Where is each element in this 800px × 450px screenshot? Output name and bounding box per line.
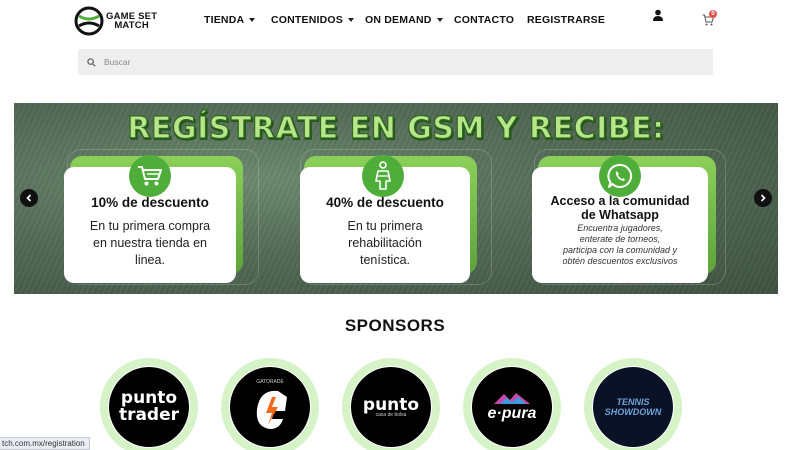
status-bar-url: tch.com.mx/registration: [0, 437, 90, 450]
chevron-left-icon: [26, 194, 32, 202]
chevron-down-icon: [249, 18, 256, 22]
sponsor-logo-gatorade[interactable]: GATORADE: [221, 358, 319, 450]
whatsapp-icon: [607, 163, 632, 188]
nav-item-on-demand[interactable]: ON DEMAND: [365, 14, 454, 26]
sponsor-logo-inner: TENNIS SHOWDOWN: [593, 367, 673, 447]
card-icon-badge: [599, 155, 641, 197]
card-body-line: tenística.: [359, 253, 411, 267]
card-body: En tu primera rehabilitación tenística.: [300, 218, 470, 269]
cart-icon: [138, 166, 162, 186]
epura-mountains-logo: [494, 393, 530, 404]
slider-next-button[interactable]: [754, 189, 772, 207]
sponsor-logo-inner: punto casa de bolsa: [351, 367, 431, 447]
site-header: GAME SET MATCH TIENDA CONTENIDOS ON DEMA…: [0, 0, 800, 42]
sponsor-logo-epura[interactable]: e·pura: [463, 358, 561, 450]
user-icon[interactable]: [652, 9, 664, 21]
nav-label: REGISTRARSE: [527, 14, 606, 26]
card-icon-badge: [129, 155, 171, 197]
chevron-down-icon: [348, 18, 355, 22]
sponsor-logo-small-text: casa de bolsa: [375, 411, 407, 418]
cart-count-badge: 0: [709, 10, 717, 18]
slider-prev-button[interactable]: [20, 189, 38, 207]
rehab-icon: [375, 161, 391, 190]
sponsor-logo-punto-casa-de-bolsa[interactable]: punto casa de bolsa: [342, 358, 440, 450]
search-input[interactable]: [104, 57, 664, 67]
chevron-down-icon: [436, 18, 443, 22]
chevron-right-icon: [760, 194, 766, 202]
card-title-line: de Whatsapp: [581, 208, 659, 222]
sponsor-logo-text: SHOWDOWN: [604, 407, 662, 417]
card-body-line: obtén descuentos exclusivos: [562, 256, 678, 266]
site-logo[interactable]: GAME SET MATCH: [74, 6, 157, 36]
logo-text: GAME SET MATCH: [106, 12, 157, 31]
nav-item-contacto[interactable]: CONTACTO: [454, 14, 527, 26]
main-nav: TIENDA CONTENIDOS ON DEMAND CONTACTO REG…: [204, 14, 605, 26]
nav-item-tienda[interactable]: TIENDA: [204, 14, 271, 26]
sponsor-logo-tennis-showdown[interactable]: TENNIS SHOWDOWN: [584, 358, 682, 450]
sponsor-logo-inner: e·pura: [472, 367, 552, 447]
card-body-line: rehabilitación: [348, 236, 422, 250]
card-body-line: participa con la comunidad y: [562, 245, 678, 255]
nav-label: CONTACTO: [454, 14, 515, 26]
nav-label: CONTENIDOS: [271, 14, 344, 26]
card-body-line: En tu primera compra: [89, 219, 211, 233]
search-icon: [87, 57, 96, 67]
nav-label: ON DEMAND: [365, 14, 432, 26]
card-icon-badge: [362, 155, 404, 197]
sponsor-logo-text: trader: [118, 405, 180, 425]
promo-banner-slider: REGÍSTRATE EN GSM Y RECIBE: 10% de descu…: [14, 103, 778, 294]
sponsor-logo-text: e·pura: [487, 405, 537, 422]
sponsor-logo-inner: punto trader: [109, 367, 189, 447]
card-title: 10% de descuento: [91, 195, 209, 210]
card-body-line: en nuestra tienda en: [93, 236, 207, 250]
card-body-line: linea.: [135, 253, 165, 267]
sponsor-logo-text: TENNIS: [616, 397, 650, 407]
sponsor-logo-punto-trader[interactable]: punto trader: [100, 358, 198, 450]
gatorade-bolt-logo: [256, 390, 287, 429]
nav-label: TIENDA: [204, 14, 245, 26]
search-bar[interactable]: [78, 49, 713, 75]
tennis-ball-logo-icon: [74, 6, 104, 36]
logo-text-line2: MATCH: [114, 20, 149, 31]
banner-title: REGÍSTRATE EN GSM Y RECIBE:: [127, 110, 665, 146]
card-body: Encuentra jugadores, enterate de torneos…: [532, 223, 708, 267]
card-title: Acceso a la comunidad de Whatsapp: [532, 194, 708, 222]
sponsors-heading: SPONSORS: [344, 316, 446, 335]
nav-item-contenidos[interactable]: CONTENIDOS: [271, 14, 365, 26]
sponsor-logo-small-text: GATORADE: [256, 379, 284, 385]
nav-item-registrarse[interactable]: REGISTRARSE: [527, 14, 605, 26]
card-body-line: enterate de torneos,: [579, 234, 661, 244]
card-body-line: En tu primera: [347, 219, 423, 233]
card-body-line: Encuentra jugadores,: [577, 223, 663, 233]
sponsor-logo-inner: GATORADE: [230, 367, 310, 447]
card-title: 40% de descuento: [326, 195, 444, 210]
card-body: En tu primera compra en nuestra tienda e…: [64, 218, 236, 269]
